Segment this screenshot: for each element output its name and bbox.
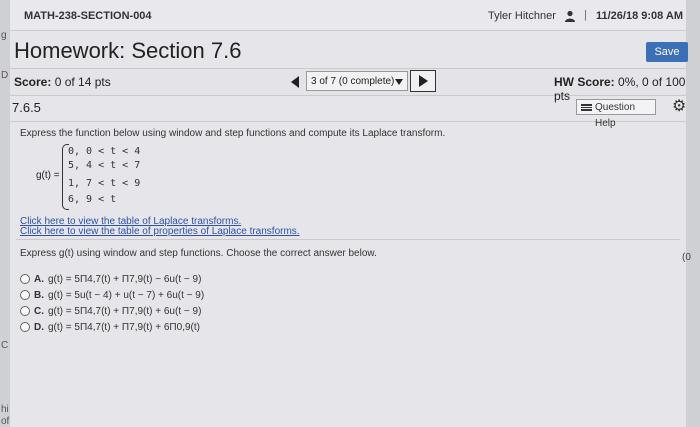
datetime: 11/26/18 9:08 AM [596, 10, 684, 22]
instruction-text: Express g(t) using window and step funct… [20, 248, 377, 259]
radio-button[interactable] [20, 274, 30, 285]
right-window-edge [686, 0, 700, 427]
answer-option-d[interactable]: D. g(t) = 5Π4,7(t) + Π7,9(t) + 6Π0,9(t) [20, 322, 200, 333]
page-title: Homework: Section 7.6 [14, 38, 242, 63]
left-window-edge: g D C hi of [0, 0, 10, 427]
save-button[interactable]: Save [646, 42, 688, 62]
radio-button[interactable] [20, 306, 30, 317]
play-arrow-icon [419, 75, 428, 87]
score-bar: Score: 0 of 14 pts 3 of 7 (0 complete) H… [10, 68, 686, 103]
edge-text: (0 [682, 252, 691, 263]
next-question-button[interactable] [410, 70, 436, 92]
person-icon [565, 10, 575, 22]
question-help-button[interactable]: Question Help [576, 99, 656, 129]
screen: g D C hi of MATH-238-SECTION-004 Tyler H… [0, 0, 700, 427]
question-number: 7.6.5 [12, 100, 41, 115]
piece-row: 1, 7 < t < 9 [68, 178, 141, 189]
question-nav-label: 3 of 7 (0 complete) [311, 76, 395, 87]
option-text: g(t) = 5Π4,7(t) + Π7,9(t) + 6Π0,9(t) [48, 322, 200, 333]
question-nav-select[interactable]: 3 of 7 (0 complete) [306, 71, 408, 91]
separator: | [584, 9, 587, 21]
question-content: Express the function below using window … [10, 122, 691, 427]
edge-text: g [1, 30, 7, 41]
edge-text: of [1, 416, 10, 427]
option-text: g(t) = 5u(t − 4) + u(t − 7) + 6u(t − 9) [48, 290, 205, 301]
option-text: g(t) = 5Π4,7(t) + Π7,9(t) + 6u(t − 9) [48, 306, 202, 317]
option-text: g(t) = 5Π4,7(t) + Π7,9(t) − 6u(t − 9) [48, 274, 202, 285]
answer-option-b[interactable]: B. g(t) = 5u(t − 4) + u(t − 7) + 6u(t − 9… [20, 290, 204, 301]
laplace-properties-link[interactable]: Click here to view the table of properti… [20, 226, 300, 237]
option-letter: D. [34, 322, 44, 333]
answer-option-a[interactable]: A. g(t) = 5Π4,7(t) + Π7,9(t) − 6u(t − 9) [20, 274, 201, 285]
option-letter: C. [34, 306, 44, 317]
question-prompt: Express the function below using window … [20, 128, 446, 139]
chevron-down-icon [395, 79, 403, 85]
gear-icon[interactable]: ⚙ [672, 98, 686, 116]
course-name: MATH-238-SECTION-004 [24, 10, 152, 22]
function-label: g(t) = [36, 170, 60, 181]
score: Score: 0 of 14 pts [14, 75, 111, 89]
question-bar: 7.6.5 Question Help ⚙ [10, 95, 686, 129]
hw-score-label: HW Score: [554, 75, 615, 89]
edge-text: D [1, 70, 9, 81]
top-bar: MATH-238-SECTION-004 Tyler Hitchner | 11… [10, 0, 686, 31]
option-letter: A. [34, 274, 44, 285]
score-value: 0 of 14 pts [54, 75, 111, 89]
radio-button[interactable] [20, 322, 30, 333]
divider [16, 239, 680, 240]
piece-row: 6, 9 < t [68, 194, 117, 205]
answer-option-c[interactable]: C. g(t) = 5Π4,7(t) + Π7,9(t) + 6u(t − 9) [20, 306, 201, 317]
list-icon [581, 104, 592, 111]
piece-row: 0, 0 < t < 4 [68, 146, 141, 157]
title-bar: Homework: Section 7.6 Save [10, 32, 688, 68]
previous-question-button[interactable] [291, 76, 299, 88]
edge-text: C [1, 340, 9, 351]
edge-text: hi [1, 404, 9, 415]
user-name[interactable]: Tyler Hitchner [488, 10, 556, 22]
piece-row: 5, 4 < t < 7 [68, 160, 141, 171]
score-label: Score: [14, 75, 52, 89]
radio-button[interactable] [20, 290, 30, 301]
option-letter: B. [34, 290, 44, 301]
